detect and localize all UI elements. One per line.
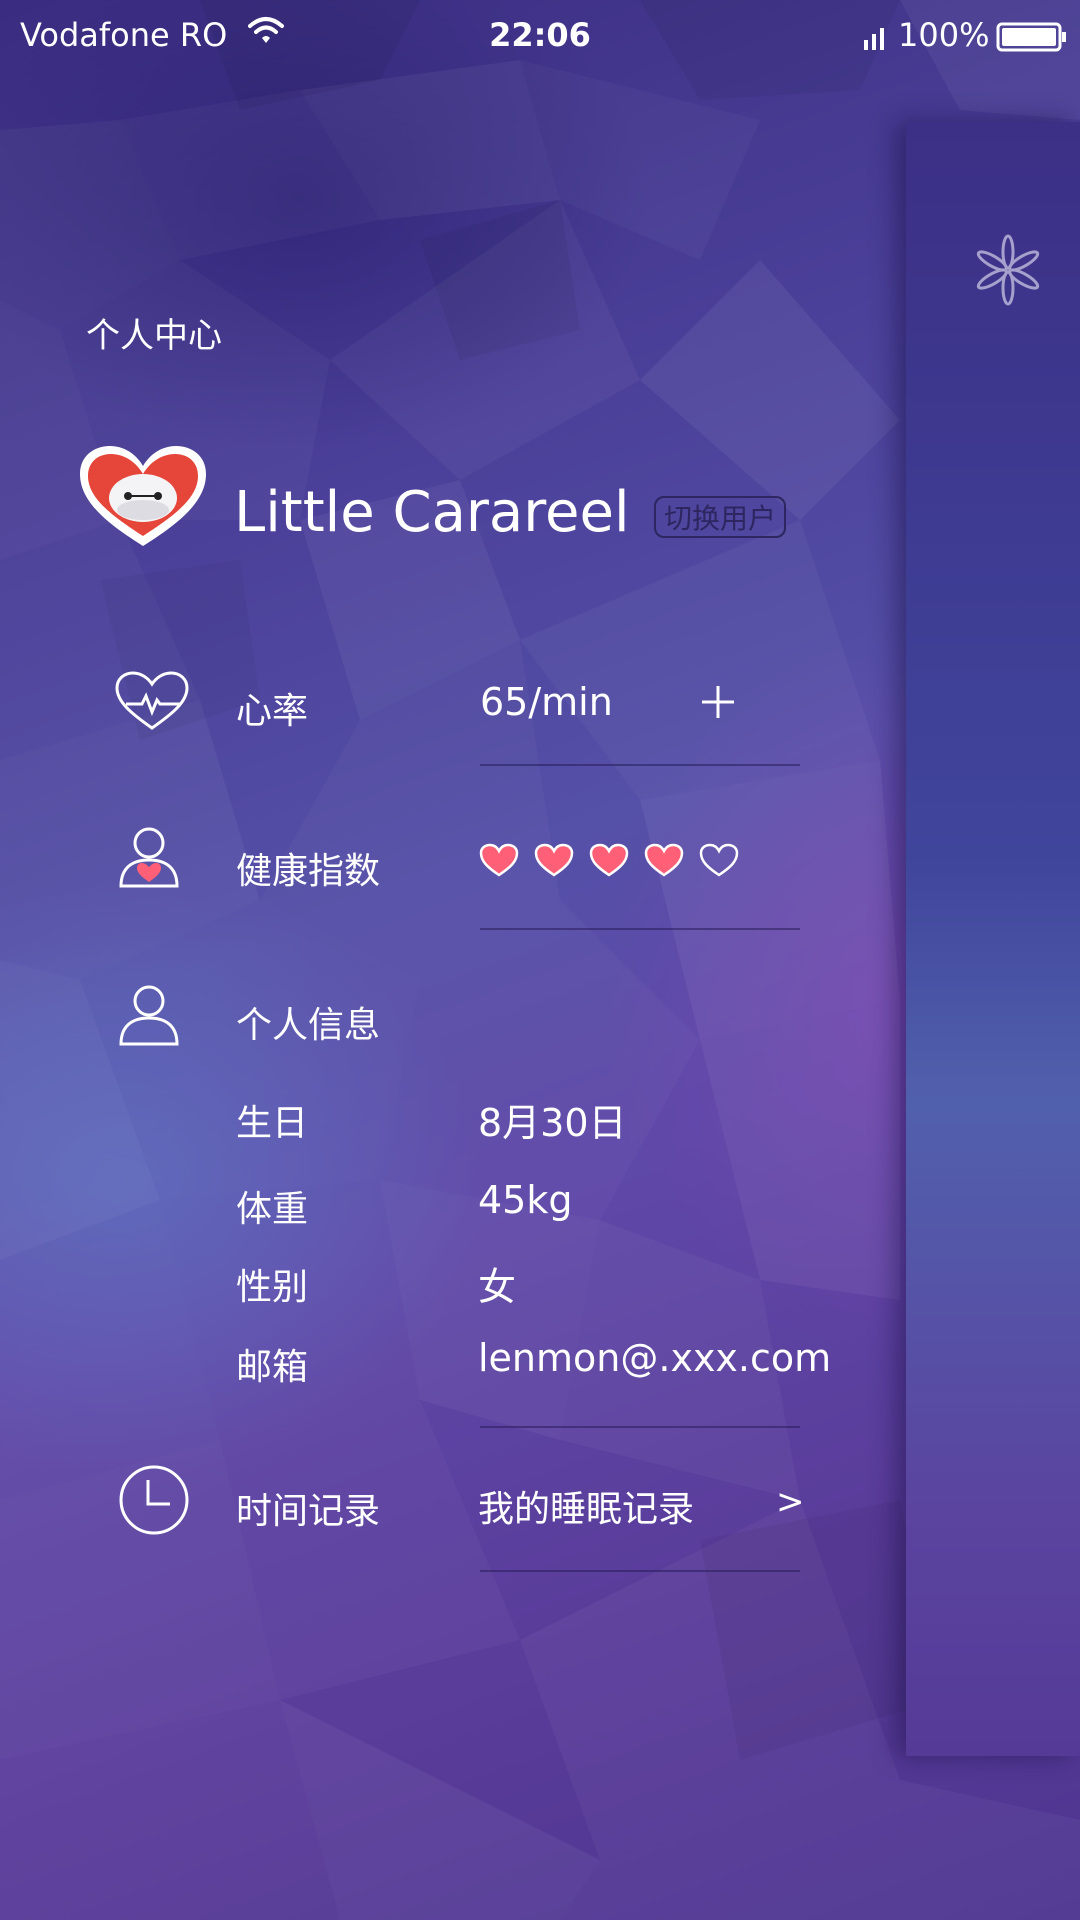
gender-label: 性别 <box>236 1267 309 1308</box>
heart-filled-icon <box>589 843 629 877</box>
heart-filled-icon <box>479 843 519 877</box>
clock-icon <box>118 1464 190 1540</box>
email-label: 邮箱 <box>236 1347 309 1388</box>
weight-value: 45kg <box>478 1178 573 1222</box>
switch-user-button[interactable]: 切换用户 <box>654 496 786 538</box>
signal-icon <box>862 22 888 60</box>
divider <box>480 1426 800 1428</box>
page-title: 个人中心 <box>86 316 222 356</box>
screen: Vodafone RO 22:06 100% 个人中心 Little Carar… <box>0 0 1080 1920</box>
divider <box>480 764 800 766</box>
heart-outline-icon <box>699 843 739 877</box>
flower-icon[interactable] <box>968 230 1048 314</box>
side-panel[interactable] <box>906 122 1080 1756</box>
heart-rate-label: 心率 <box>236 691 309 732</box>
divider <box>480 1570 800 1572</box>
status-bar: Vodafone RO 22:06 100% <box>0 0 1080 72</box>
person-icon <box>118 984 180 1050</box>
birthday-label: 生日 <box>236 1103 309 1144</box>
health-rating <box>478 842 740 878</box>
health-index-label: 健康指数 <box>236 851 381 892</box>
heart-rate-value: 65/min <box>480 680 613 724</box>
plus-icon[interactable] <box>696 680 740 724</box>
gender-value: 女 <box>478 1265 517 1309</box>
personal-info-label: 个人信息 <box>236 1005 381 1046</box>
battery-icon <box>996 22 1068 60</box>
birthday-value: 8月30日 <box>478 1101 627 1145</box>
heart-filled-icon <box>644 843 684 877</box>
sleep-record-link[interactable]: 我的睡眠记录 <box>478 1480 694 1532</box>
battery-percentage: 100% <box>898 16 990 54</box>
user-name: Little Carareel <box>234 480 630 545</box>
time-record-label: 时间记录 <box>236 1491 381 1532</box>
heart-filled-icon <box>534 843 574 877</box>
chevron-right-icon[interactable]: > <box>776 1482 805 1522</box>
health-person-icon <box>118 826 180 892</box>
heart-rate-icon <box>114 670 190 736</box>
email-value: lenmon@.xxx.com <box>478 1336 832 1380</box>
heart-avatar-icon[interactable] <box>78 444 208 554</box>
divider <box>480 928 800 930</box>
weight-label: 体重 <box>236 1189 309 1230</box>
